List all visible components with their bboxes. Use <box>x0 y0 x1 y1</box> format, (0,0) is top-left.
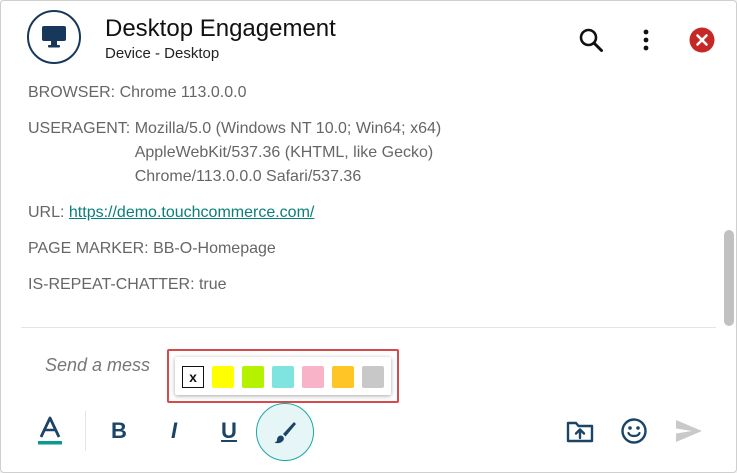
color-swatch-cyan[interactable] <box>272 366 294 388</box>
send-icon <box>676 420 702 442</box>
search-button[interactable] <box>576 25 606 55</box>
chat-header: Desktop Engagement Device - Desktop <box>1 1 736 77</box>
underline-button[interactable]: U <box>211 413 247 449</box>
desktop-monitor-icon <box>42 26 66 48</box>
toolbar-divider <box>85 411 86 451</box>
emoji-icon <box>621 418 647 444</box>
color-swatch-orange[interactable] <box>332 366 354 388</box>
page-subtitle: Device - Desktop <box>105 45 220 62</box>
highlight-color-palette: x <box>167 349 399 403</box>
font-color-button[interactable] <box>32 413 68 449</box>
close-circle-icon <box>689 27 715 53</box>
avatar <box>27 10 81 64</box>
url-link[interactable]: https://demo.touchcommerce.com/ <box>69 204 314 221</box>
font-color-icon <box>38 416 62 445</box>
repeat-chatter-row: IS-REPEAT-CHATTER: true <box>28 273 227 297</box>
folder-upload-icon <box>566 421 594 443</box>
page-marker-row: PAGE MARKER: BB-O-Homepage <box>28 237 276 261</box>
search-icon <box>579 28 603 52</box>
more-vertical-icon <box>643 29 649 51</box>
send-button[interactable] <box>671 413 707 449</box>
url-row: URL: https://demo.touchcommerce.com/ <box>28 201 314 225</box>
more-menu-button[interactable] <box>631 25 661 55</box>
useragent-value: Mozilla/5.0 (Windows NT 10.0; Win64; x64… <box>135 117 441 189</box>
useragent-line: Mozilla/5.0 (Windows NT 10.0; Win64; x64… <box>134 120 442 137</box>
color-swatch-lime[interactable] <box>242 366 264 388</box>
color-swatch-pink[interactable] <box>302 366 324 388</box>
scrollbar-thumb[interactable] <box>724 230 734 326</box>
visitor-details: BROWSER: Chrome 113.0.0.0 USERAGENT: Moz… <box>1 77 721 327</box>
highlight-brush-button[interactable] <box>256 403 314 461</box>
message-input[interactable]: Send a mess <box>45 355 150 376</box>
palette-popup: x <box>175 357 391 395</box>
url-label: URL: <box>28 204 65 221</box>
browser-value: Chrome 113.0.0.0 <box>119 84 247 101</box>
color-swatch-yellow[interactable] <box>212 366 234 388</box>
page-marker-label: PAGE MARKER: <box>28 240 149 257</box>
color-swatch-gray[interactable] <box>362 366 384 388</box>
useragent-line: Chrome/113.0.0.0 Safari/537.36 <box>134 168 362 185</box>
useragent-row: USERAGENT: Mozilla/5.0 (Windows NT 10.0;… <box>28 117 441 189</box>
repeat-chatter-label: IS-REPEAT-CHATTER: <box>28 276 195 293</box>
page-marker-value: BB-O-Homepage <box>153 240 276 257</box>
browser-label: BROWSER: <box>28 84 116 101</box>
italic-button[interactable]: I <box>156 413 192 449</box>
divider <box>21 327 716 328</box>
chat-window: Desktop Engagement Device - Desktop BROW… <box>0 0 737 473</box>
close-button[interactable] <box>687 25 717 55</box>
upload-file-button[interactable] <box>562 413 598 449</box>
browser-row: BROWSER: Chrome 113.0.0.0 <box>28 81 246 105</box>
paint-brush-icon <box>274 422 296 444</box>
repeat-chatter-value: true <box>198 276 227 293</box>
page-title: Desktop Engagement <box>105 15 336 42</box>
bold-button[interactable]: B <box>101 413 137 449</box>
useragent-line: AppleWebKit/537.36 (KHTML, like Gecko) <box>134 144 434 161</box>
clear-highlight-swatch[interactable]: x <box>182 366 204 388</box>
useragent-label: USERAGENT: <box>28 120 131 137</box>
emoji-button[interactable] <box>616 413 652 449</box>
